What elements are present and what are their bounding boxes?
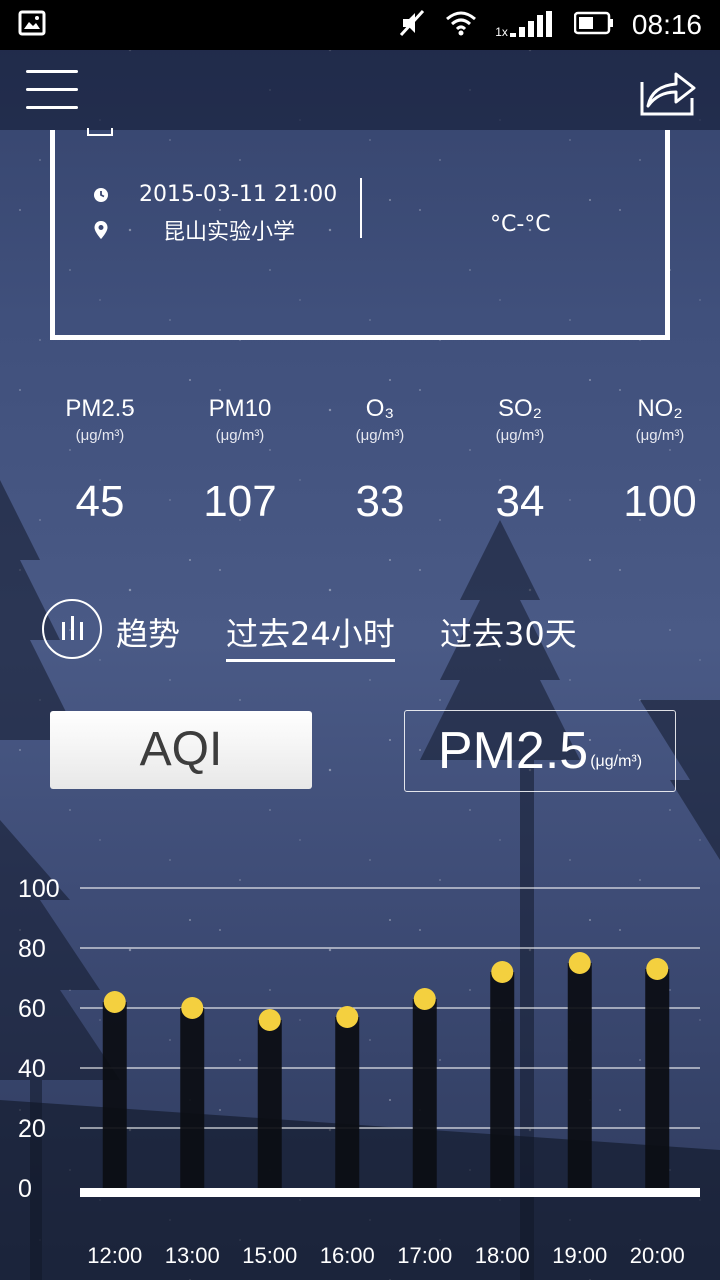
chart-point — [258, 1009, 281, 1031]
app-bar — [0, 50, 720, 130]
tab-past-24-hours[interactable]: 过去24小时 — [226, 609, 395, 662]
pm25-toggle-unit: (μg/m³) — [590, 753, 643, 770]
chart-point — [103, 991, 126, 1013]
pollutant-value: 100 — [623, 477, 697, 526]
card-checkbox — [87, 128, 113, 136]
pollutant-no2[interactable]: NO₂ (μg/m³) 100 — [590, 395, 720, 527]
pollutant-value: 45 — [75, 477, 125, 526]
y-tick-label: 80 — [18, 935, 46, 963]
wifi-icon — [445, 10, 477, 40]
chart-point — [491, 961, 514, 983]
chart-point — [413, 988, 436, 1010]
clock-time: 08:16 — [631, 9, 702, 40]
chart-bar — [180, 1008, 205, 1188]
trend-bar-chart: 0 20 40 60 80 100 12:00 13:00 15:00 16:00 17:00 18:… — [18, 875, 700, 1268]
y-tick-label: 40 — [18, 1055, 46, 1083]
pollutant-name: O₃ — [365, 395, 395, 422]
share-button[interactable] — [636, 64, 698, 118]
pollutant-name: SO₂ — [498, 395, 542, 422]
x-tick-label: 20:00 — [630, 1243, 685, 1268]
signal-icon: 1x — [495, 11, 556, 39]
x-tick-label: 18:00 — [475, 1243, 530, 1268]
trend-row: 趋势 过去24小时 过去30天 — [42, 597, 682, 662]
x-tick-label: 19:00 — [552, 1243, 607, 1268]
x-tick-label: 15:00 — [242, 1243, 297, 1268]
y-tick-label: 0 — [18, 1175, 32, 1203]
menu-button[interactable] — [26, 70, 78, 110]
x-axis-baseline — [80, 1188, 700, 1197]
pollutant-name: NO₂ — [637, 395, 683, 422]
pm25-toggle-label: PM2.5 — [437, 722, 589, 780]
chart-point — [568, 952, 591, 974]
location-pin-icon — [94, 221, 108, 239]
menu-icon-line — [26, 88, 78, 91]
pollutant-name: PM10 — [208, 395, 272, 422]
pollutant-unit: (μg/m³) — [355, 427, 405, 444]
station-card: 2015-03-11 21:00 昆山实验小学 °C-°C — [50, 128, 670, 340]
chart-point — [336, 1006, 359, 1028]
pollutant-name: PM2.5 — [65, 395, 135, 422]
x-tick-label: 17:00 — [397, 1243, 452, 1268]
chart-bar — [645, 969, 670, 1188]
menu-icon-line — [26, 106, 78, 109]
pm25-toggle-button[interactable]: PM2.5 (μg/m³) — [404, 710, 676, 792]
pollutant-pm10[interactable]: PM10 (μg/m³) 107 — [170, 395, 310, 527]
chart-bar — [102, 1002, 127, 1188]
mute-icon — [397, 9, 427, 41]
location-row: 昆山实验小学 — [93, 214, 295, 246]
pollutant-pm25[interactable]: PM2.5 (μg/m³) 45 — [30, 395, 170, 527]
pollutant-so2[interactable]: SO₂ (μg/m³) 34 — [450, 395, 590, 527]
menu-icon — [26, 70, 78, 73]
chart-bar — [567, 963, 592, 1188]
chart-bar — [335, 1017, 360, 1188]
pollutant-unit: (μg/m³) — [495, 427, 545, 444]
aqi-toggle-button[interactable]: AQI — [50, 711, 312, 789]
chart-point — [646, 958, 669, 980]
tab-past-30-days[interactable]: 过去30天 — [440, 609, 577, 655]
share-icon — [640, 72, 696, 116]
pollutant-list: PM2.5 (μg/m³) 45 PM10 (μg/m³) 107 O₃ (μg… — [30, 395, 720, 535]
trend-chart-icon — [42, 599, 102, 659]
station-datetime: 2015-03-11 21:00 — [139, 182, 338, 207]
pollutant-o3[interactable]: O₃ (μg/m³) 33 — [310, 395, 450, 527]
trend-label: 趋势 — [116, 615, 181, 653]
station-location: 昆山实验小学 — [163, 220, 296, 245]
image-icon — [18, 10, 46, 40]
x-tick-label: 12:00 — [87, 1243, 142, 1268]
temperature-range: °C-°C — [490, 212, 551, 237]
clock-icon — [94, 187, 108, 202]
x-tick-label: 13:00 — [165, 1243, 220, 1268]
pollutant-unit: (μg/m³) — [635, 427, 685, 444]
chart-bar — [257, 1020, 282, 1188]
y-tick-label: 60 — [18, 995, 46, 1023]
chart-bar — [490, 972, 515, 1188]
chart-point — [181, 997, 204, 1019]
battery-icon — [573, 11, 614, 39]
x-tick-label: 16:00 — [320, 1243, 375, 1268]
chart-bar — [412, 999, 437, 1188]
pollutant-unit: (μg/m³) — [215, 427, 265, 444]
y-tick-label: 100 — [18, 875, 60, 903]
datetime-row: 2015-03-11 21:00 — [93, 182, 337, 207]
y-tick-label: 20 — [18, 1115, 46, 1143]
network-type-label: 1x — [495, 25, 508, 39]
pollutant-value: 107 — [203, 477, 277, 526]
pollutant-value: 34 — [495, 477, 545, 526]
status-bar: 1x 08:16 — [0, 0, 720, 50]
pollutant-unit: (μg/m³) — [75, 427, 125, 444]
pollutant-value: 33 — [355, 477, 405, 526]
card-divider — [360, 178, 362, 238]
